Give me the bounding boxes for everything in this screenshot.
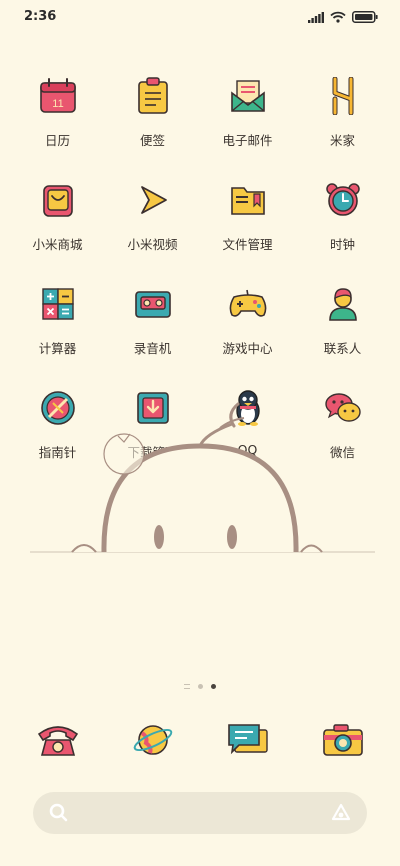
app-label: 便签 xyxy=(139,133,165,148)
notes-icon xyxy=(131,74,175,118)
app-label: 时钟 xyxy=(329,237,355,252)
app-label: 微信 xyxy=(329,445,355,460)
compass-icon xyxy=(36,386,80,430)
notes-app[interactable]: 便签 xyxy=(105,74,200,156)
status-time: 2:36 xyxy=(24,9,57,24)
email-icon xyxy=(226,74,270,118)
app-label: 计算器 xyxy=(38,341,77,356)
page-indicator-lines xyxy=(184,684,190,689)
file-manager-app[interactable]: 文件管理 xyxy=(200,178,295,260)
download-icon xyxy=(131,386,175,430)
cassette-icon xyxy=(131,282,175,326)
page-dot xyxy=(198,684,203,689)
wechat-app[interactable]: 微信 xyxy=(295,386,390,468)
calculator-app[interactable]: 计算器 xyxy=(10,282,105,364)
telephone-icon xyxy=(36,718,80,762)
contacts-app[interactable]: 联系人 xyxy=(295,282,390,364)
downloads-app[interactable]: 下载管理 xyxy=(105,386,200,468)
compass-app[interactable]: 指南针 xyxy=(10,386,105,468)
chat-bubbles-icon xyxy=(321,386,365,430)
gamepad-icon xyxy=(226,282,270,326)
app-label: 米家 xyxy=(329,133,355,148)
mi-store-app[interactable]: 小米商城 xyxy=(10,178,105,260)
mijia-icon xyxy=(321,74,365,118)
planet-icon xyxy=(131,718,175,762)
clock-app[interactable]: 时钟 xyxy=(295,178,390,260)
app-label: 游戏中心 xyxy=(222,341,273,356)
message-icon xyxy=(226,718,270,762)
shopping-bag-icon xyxy=(36,178,80,222)
wifi-icon xyxy=(330,11,346,23)
svg-text:11: 11 xyxy=(52,98,63,110)
app-label: 联系人 xyxy=(323,341,362,356)
app-label: 日历 xyxy=(44,133,70,148)
play-icon xyxy=(131,178,175,222)
page-dot-active xyxy=(211,684,216,689)
email-app[interactable]: 电子邮件 xyxy=(200,74,295,156)
search-bar[interactable] xyxy=(33,792,367,834)
person-icon xyxy=(321,282,365,326)
app-grid: 11 日历 便签 电子邮件 米家 小米商城 小米视频 文件管理 时钟 计算器 录… xyxy=(0,74,400,468)
app-label: 指南针 xyxy=(38,445,77,460)
app-label: 录音机 xyxy=(133,341,172,356)
recorder-app[interactable]: 录音机 xyxy=(105,282,200,364)
camera-app[interactable] xyxy=(295,718,390,768)
calendar-icon: 11 xyxy=(36,74,80,118)
phone-app[interactable] xyxy=(10,718,105,768)
search-input[interactable] xyxy=(77,800,317,826)
app-label: 小米视频 xyxy=(127,237,178,252)
signal-icon xyxy=(308,11,324,23)
game-center-app[interactable]: 游戏中心 xyxy=(200,282,295,364)
camera-icon xyxy=(321,718,365,762)
status-bar: 2:36 xyxy=(0,0,400,36)
app-label: 文件管理 xyxy=(222,237,273,252)
mijia-app[interactable]: 米家 xyxy=(295,74,390,156)
mi-video-app[interactable]: 小米视频 xyxy=(105,178,200,260)
search-icon xyxy=(49,803,68,822)
alarm-clock-icon xyxy=(321,178,365,222)
calculator-icon xyxy=(36,282,80,326)
browser-app[interactable] xyxy=(105,718,200,768)
app-label: 下载管理 xyxy=(127,445,178,460)
messages-app[interactable] xyxy=(200,718,295,768)
page-indicator[interactable] xyxy=(0,684,400,689)
folder-icon xyxy=(226,178,270,222)
qq-app[interactable]: QQ xyxy=(200,386,295,468)
penguin-icon xyxy=(226,386,270,430)
app-label: 电子邮件 xyxy=(222,133,273,148)
dock xyxy=(0,718,400,768)
app-label: QQ xyxy=(237,442,258,457)
assistant-icon[interactable] xyxy=(331,803,351,823)
battery-icon xyxy=(352,11,378,23)
calendar-app[interactable]: 11 日历 xyxy=(10,74,105,156)
app-label: 小米商城 xyxy=(32,237,83,252)
